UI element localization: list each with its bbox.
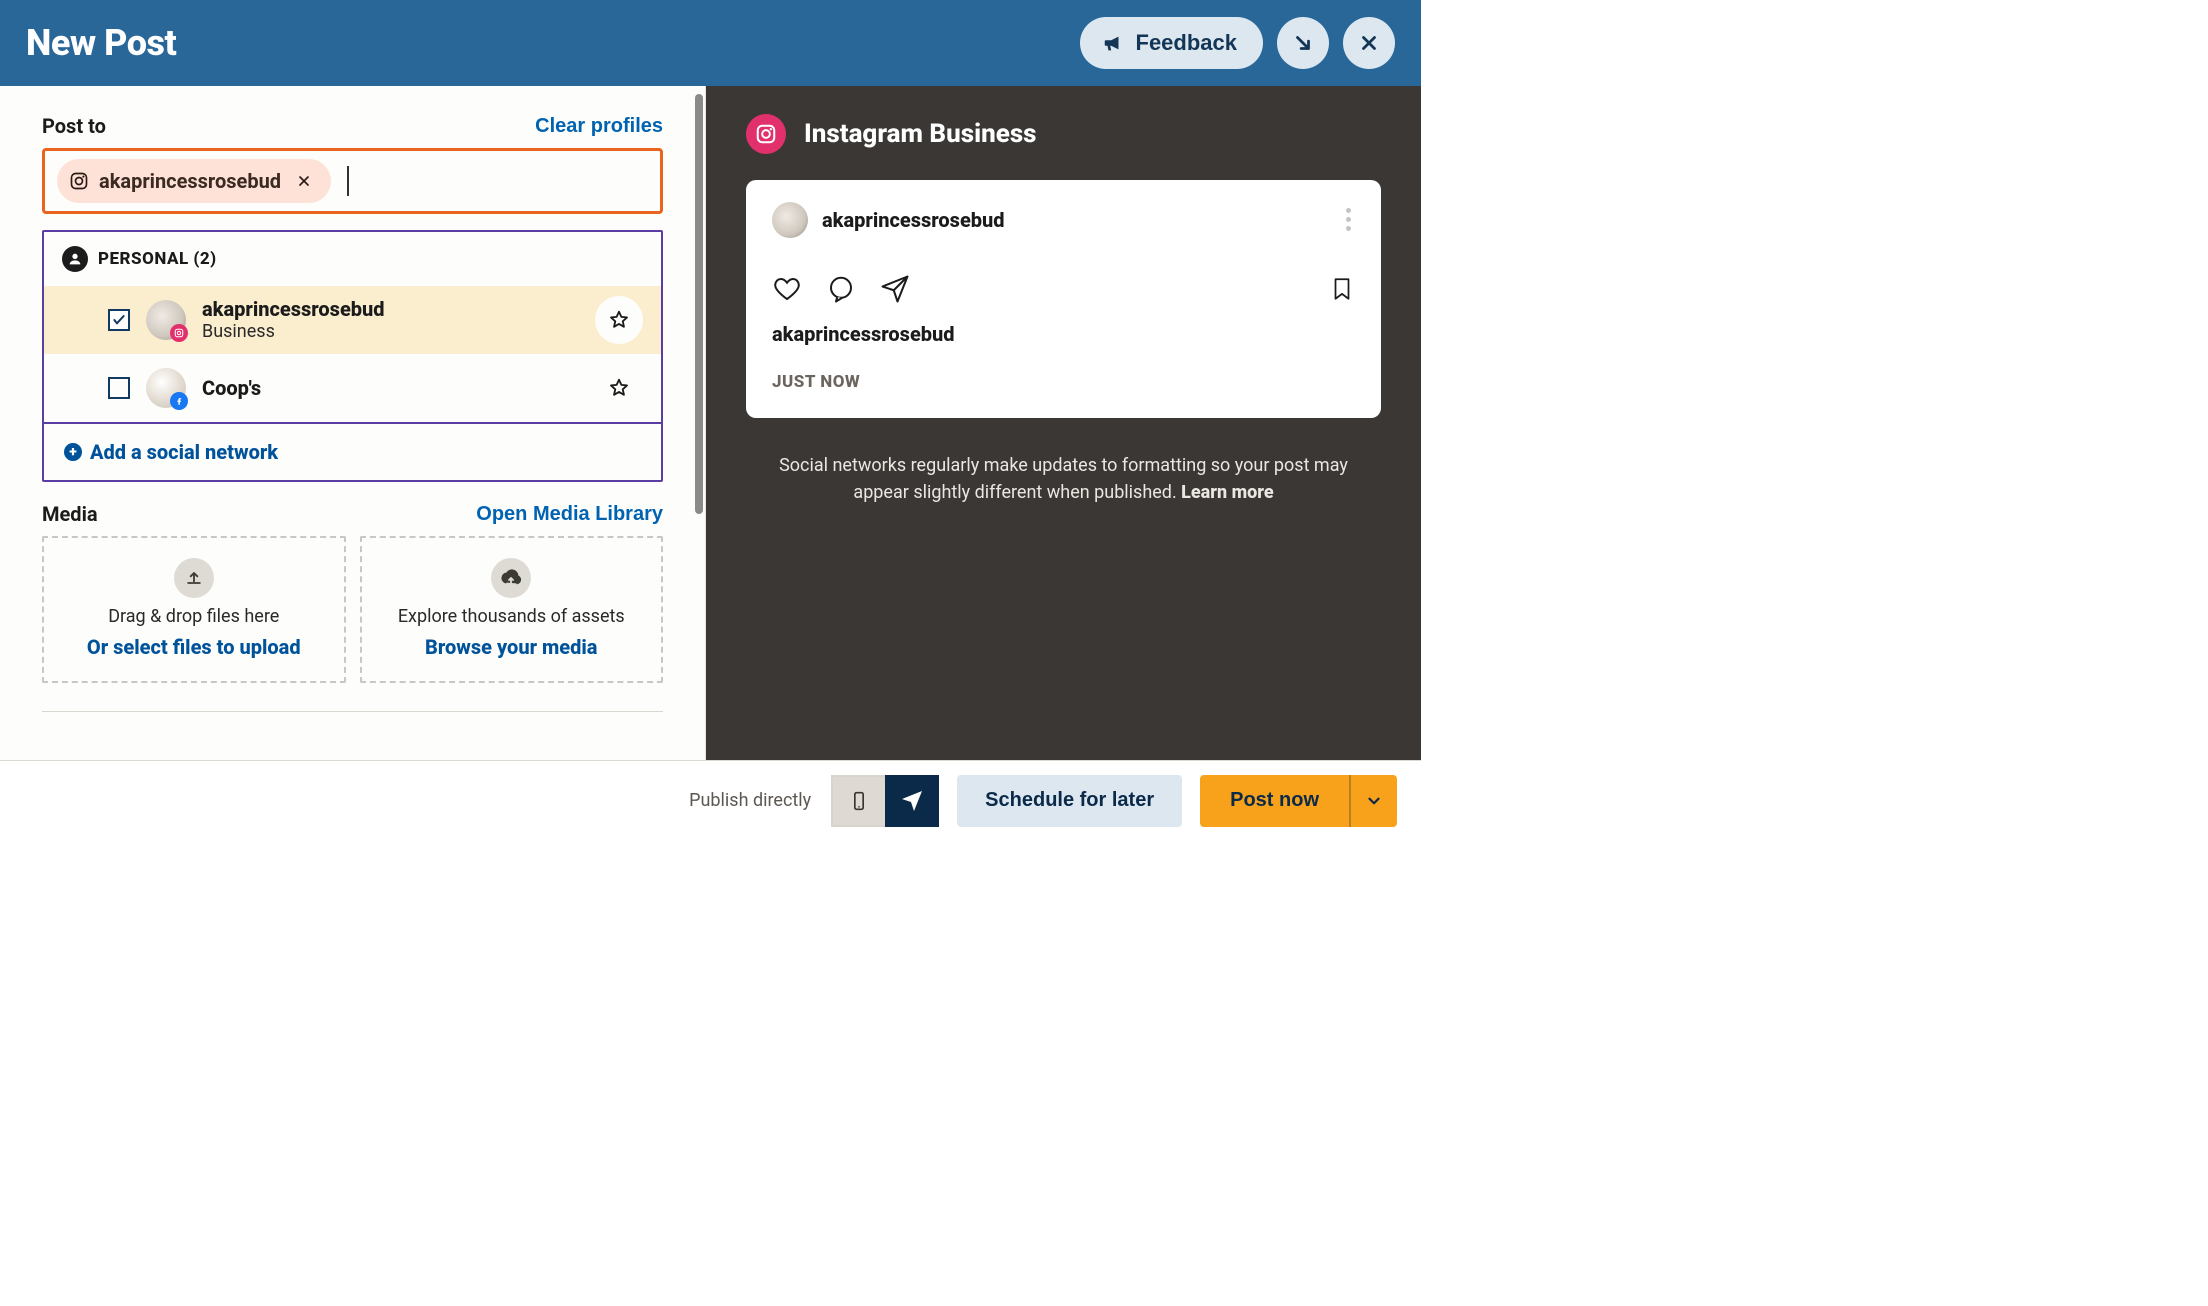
- page-title: New Post: [26, 22, 176, 64]
- header: New Post Feedback: [0, 0, 1421, 86]
- composer-panel: Post to Clear profiles akaprincessrosebu…: [0, 86, 706, 760]
- star-icon: [608, 377, 630, 399]
- profile-row[interactable]: akaprincessrosebud Business: [44, 286, 661, 354]
- profile-list-panel: PERSONAL (2) akaprincessrosebud Business: [42, 230, 663, 482]
- upload-icon: [174, 558, 214, 598]
- post-preview-card: akaprincessrosebud akaprincessrosebud JU…: [746, 180, 1381, 418]
- person-icon: [62, 246, 88, 272]
- profile-chip[interactable]: akaprincessrosebud: [57, 159, 331, 203]
- add-social-network-button[interactable]: + Add a social network: [44, 422, 661, 480]
- feedback-button[interactable]: Feedback: [1080, 17, 1264, 69]
- post-to-label: Post to: [42, 114, 106, 138]
- chevron-down-icon: [1365, 792, 1383, 810]
- mobile-publish-toggle[interactable]: [831, 775, 885, 827]
- media-library-dropzone[interactable]: Explore thousands of assets Browse your …: [360, 536, 664, 683]
- add-social-network-label: Add a social network: [90, 440, 278, 464]
- profile-avatar: [146, 368, 186, 408]
- post-now-dropdown[interactable]: [1349, 775, 1397, 827]
- minimize-button[interactable]: [1277, 17, 1329, 69]
- clear-profiles-button[interactable]: Clear profiles: [535, 115, 663, 138]
- megaphone-icon: [1102, 32, 1124, 54]
- more-menu-icon[interactable]: [1342, 204, 1355, 235]
- publish-directly-label: Publish directly: [689, 790, 811, 811]
- profile-type: Business: [202, 321, 579, 343]
- instagram-icon: [746, 114, 786, 154]
- browse-media-link[interactable]: Browse your media: [425, 635, 597, 659]
- select-files-link[interactable]: Or select files to upload: [87, 635, 301, 659]
- text-cursor: [347, 166, 349, 196]
- media-label: Media: [42, 502, 98, 526]
- instagram-icon: [69, 171, 89, 191]
- profile-group-label: PERSONAL (2): [98, 249, 217, 269]
- dropzone-text: Explore thousands of assets: [398, 606, 625, 627]
- profile-group-header: PERSONAL (2): [44, 232, 661, 286]
- check-icon: [111, 312, 127, 328]
- preview-username: akaprincessrosebud: [822, 208, 1005, 232]
- learn-more-link[interactable]: Learn more: [1181, 482, 1273, 503]
- preview-title: Instagram Business: [804, 119, 1037, 149]
- device-toggle: [831, 775, 939, 827]
- comment-icon[interactable]: [826, 274, 856, 304]
- scrollbar[interactable]: [695, 94, 703, 514]
- schedule-button[interactable]: Schedule for later: [957, 775, 1182, 827]
- profile-checkbox[interactable]: [108, 377, 130, 399]
- profile-row[interactable]: Coop's: [44, 354, 661, 422]
- heart-icon[interactable]: [772, 274, 802, 304]
- post-now-button[interactable]: Post now: [1200, 775, 1349, 827]
- preview-panel: Instagram Business akaprincessrosebud ak…: [706, 86, 1421, 760]
- chip-label: akaprincessrosebud: [99, 169, 281, 193]
- bookmark-icon[interactable]: [1329, 274, 1355, 304]
- feedback-label: Feedback: [1136, 30, 1238, 56]
- divider: [42, 711, 663, 712]
- mobile-icon: [849, 788, 869, 814]
- footer: Publish directly Schedule for later Post…: [0, 760, 1421, 840]
- close-icon: [1358, 32, 1380, 54]
- profile-selector-input[interactable]: akaprincessrosebud: [42, 148, 663, 214]
- profile-name: akaprincessrosebud: [202, 297, 579, 321]
- header-actions: Feedback: [1080, 17, 1396, 69]
- instagram-badge-icon: [170, 324, 188, 342]
- arrow-down-right-icon: [1292, 32, 1314, 54]
- share-icon[interactable]: [880, 274, 910, 304]
- preview-timestamp: JUST NOW: [772, 372, 1355, 392]
- facebook-badge-icon: [170, 392, 188, 410]
- preview-help-text: Social networks regularly make updates t…: [746, 452, 1381, 506]
- close-button[interactable]: [1343, 17, 1395, 69]
- favorite-button[interactable]: [595, 364, 643, 412]
- profile-name: Coop's: [202, 376, 579, 400]
- preview-caption-user: akaprincessrosebud: [772, 322, 1355, 346]
- send-icon: [900, 789, 924, 813]
- dropzone-text: Drag & drop files here: [108, 606, 279, 627]
- plus-icon: +: [64, 443, 82, 461]
- profile-avatar: [146, 300, 186, 340]
- main: Post to Clear profiles akaprincessrosebu…: [0, 86, 1421, 760]
- file-dropzone[interactable]: Drag & drop files here Or select files t…: [42, 536, 346, 683]
- star-icon: [608, 309, 630, 331]
- x-icon: [296, 173, 312, 189]
- open-media-library-button[interactable]: Open Media Library: [476, 503, 663, 526]
- cloud-upload-icon: [491, 558, 531, 598]
- direct-publish-toggle[interactable]: [885, 775, 939, 827]
- favorite-button[interactable]: [595, 296, 643, 344]
- remove-chip-button[interactable]: [291, 168, 317, 194]
- profile-checkbox[interactable]: [108, 309, 130, 331]
- preview-avatar: [772, 202, 808, 238]
